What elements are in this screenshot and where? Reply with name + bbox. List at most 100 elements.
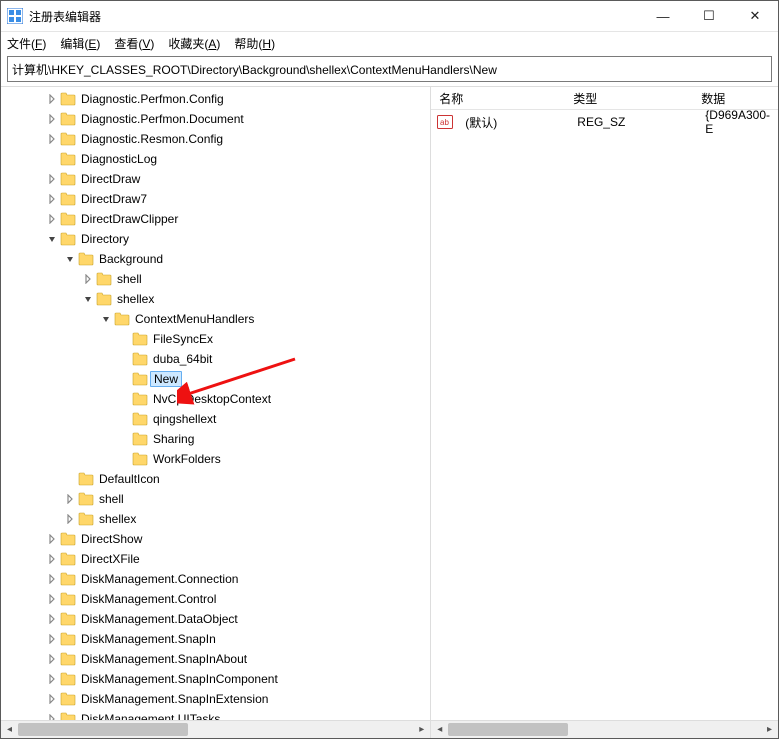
folder-icon <box>60 132 76 146</box>
tree-item[interactable]: Background <box>1 249 430 269</box>
chevron-right-icon[interactable] <box>63 494 77 504</box>
tree-item-label: DiskManagement.Control <box>79 592 218 606</box>
titlebar[interactable]: 注册表编辑器 — ☐ ✕ <box>1 1 778 32</box>
list-row[interactable]: ab(默认)REG_SZ{D969A300-E <box>431 112 778 132</box>
tree-item[interactable]: DirectDraw <box>1 169 430 189</box>
tree-item[interactable]: DirectXFile <box>1 549 430 569</box>
list-horizontal-scrollbar[interactable]: ◂ ▸ <box>431 720 778 738</box>
tree-item-label: Sharing <box>151 432 196 446</box>
chevron-right-icon[interactable] <box>45 94 59 104</box>
tree-item[interactable]: shellex <box>1 289 430 309</box>
folder-icon <box>132 372 148 386</box>
tree-item[interactable]: ContextMenuHandlers <box>1 309 430 329</box>
menu-f[interactable]: 文件(F) <box>7 35 46 52</box>
maximize-button[interactable]: ☐ <box>686 1 732 31</box>
registry-editor-window: 注册表编辑器 — ☐ ✕ 文件(F)编辑(E)查看(V)收藏夹(A)帮助(H) … <box>0 0 779 739</box>
tree-item[interactable]: DiskManagement.Control <box>1 589 430 609</box>
svg-text:ab: ab <box>440 118 449 127</box>
tree-item[interactable]: DirectDrawClipper <box>1 209 430 229</box>
close-button[interactable]: ✕ <box>732 1 778 31</box>
tree-item[interactable]: DefaultIcon <box>1 469 430 489</box>
scroll-left-icon[interactable]: ◂ <box>431 721 448 738</box>
tree-item-label: DiskManagement.Connection <box>79 572 240 586</box>
tree-item[interactable]: shellex <box>1 509 430 529</box>
chevron-down-icon[interactable] <box>99 314 113 324</box>
column-data[interactable]: 数据 <box>693 90 778 107</box>
chevron-right-icon[interactable] <box>45 594 59 604</box>
tree-item[interactable]: Directory <box>1 229 430 249</box>
chevron-right-icon[interactable] <box>45 134 59 144</box>
tree-item[interactable]: shell <box>1 489 430 509</box>
tree-item-label: DiskManagement.SnapInAbout <box>79 652 249 666</box>
scroll-track[interactable] <box>448 721 761 738</box>
chevron-down-icon[interactable] <box>45 234 59 244</box>
column-type[interactable]: 类型 <box>565 90 693 107</box>
tree-item[interactable]: DiskManagement.Connection <box>1 569 430 589</box>
tree-item[interactable]: DirectDraw7 <box>1 189 430 209</box>
tree-item-label: shell <box>115 272 144 286</box>
minimize-button[interactable]: — <box>640 1 686 31</box>
tree-item[interactable]: Diagnostic.Perfmon.Config <box>1 89 430 109</box>
tree-item-label: shellex <box>115 292 156 306</box>
tree-item-label: Diagnostic.Perfmon.Config <box>79 92 226 106</box>
chevron-right-icon[interactable] <box>45 654 59 664</box>
chevron-right-icon[interactable] <box>81 274 95 284</box>
tree-item[interactable]: DiskManagement.SnapIn <box>1 629 430 649</box>
tree-item[interactable]: qingshellext <box>1 409 430 429</box>
chevron-down-icon[interactable] <box>81 294 95 304</box>
chevron-right-icon[interactable] <box>45 614 59 624</box>
menu-v[interactable]: 查看(V) <box>114 35 154 52</box>
tree-item[interactable]: New <box>1 369 430 389</box>
tree-item[interactable]: Diagnostic.Perfmon.Document <box>1 109 430 129</box>
folder-icon <box>60 192 76 206</box>
folder-icon <box>96 292 112 306</box>
value-data: {D969A300-E <box>697 110 778 136</box>
tree-item[interactable]: Sharing <box>1 429 430 449</box>
scroll-right-icon[interactable]: ▸ <box>413 721 430 738</box>
chevron-right-icon[interactable] <box>45 674 59 684</box>
chevron-right-icon[interactable] <box>45 174 59 184</box>
tree-item[interactable]: DiskManagement.SnapInComponent <box>1 669 430 689</box>
chevron-right-icon[interactable] <box>45 634 59 644</box>
list-view[interactable]: ab(默认)REG_SZ{D969A300-E <box>431 110 778 720</box>
tree-item[interactable]: shell <box>1 269 430 289</box>
scroll-right-icon[interactable]: ▸ <box>761 721 778 738</box>
folder-icon <box>60 672 76 686</box>
folder-icon <box>132 432 148 446</box>
tree-item[interactable]: DiskManagement.UITasks <box>1 709 430 720</box>
tree-item-label: DiskManagement.UITasks <box>79 712 222 720</box>
address-bar[interactable]: 计算机\HKEY_CLASSES_ROOT\Directory\Backgrou… <box>7 56 772 82</box>
chevron-right-icon[interactable] <box>45 574 59 584</box>
tree-item[interactable]: DiskManagement.SnapInAbout <box>1 649 430 669</box>
tree-item[interactable]: Diagnostic.Resmon.Config <box>1 129 430 149</box>
tree-item[interactable]: duba_64bit <box>1 349 430 369</box>
column-name[interactable]: 名称 <box>431 90 565 107</box>
chevron-right-icon[interactable] <box>45 554 59 564</box>
tree-item[interactable]: NvCplDesktopContext <box>1 389 430 409</box>
tree-item[interactable]: DirectShow <box>1 529 430 549</box>
chevron-right-icon[interactable] <box>45 694 59 704</box>
tree-item[interactable]: DiagnosticLog <box>1 149 430 169</box>
menu-e[interactable]: 编辑(E) <box>60 35 100 52</box>
chevron-right-icon[interactable] <box>45 114 59 124</box>
tree-horizontal-scrollbar[interactable]: ◂ ▸ <box>1 720 430 738</box>
tree-item[interactable]: DiskManagement.SnapInExtension <box>1 689 430 709</box>
chevron-right-icon[interactable] <box>45 194 59 204</box>
scroll-track[interactable] <box>18 721 413 738</box>
tree-item[interactable]: FileSyncEx <box>1 329 430 349</box>
folder-icon <box>132 332 148 346</box>
scroll-thumb[interactable] <box>18 723 188 736</box>
chevron-right-icon[interactable] <box>45 214 59 224</box>
list-header[interactable]: 名称 类型 数据 <box>431 87 778 110</box>
tree-view[interactable]: Diagnostic.Perfmon.Config Diagnostic.Perf… <box>1 87 430 720</box>
scroll-left-icon[interactable]: ◂ <box>1 721 18 738</box>
chevron-right-icon[interactable] <box>45 534 59 544</box>
tree-item[interactable]: WorkFolders <box>1 449 430 469</box>
tree-item-label: DirectDraw7 <box>79 192 149 206</box>
tree-item[interactable]: DiskManagement.DataObject <box>1 609 430 629</box>
menu-h[interactable]: 帮助(H) <box>234 35 275 52</box>
chevron-down-icon[interactable] <box>63 254 77 264</box>
scroll-thumb[interactable] <box>448 723 568 736</box>
menu-a[interactable]: 收藏夹(A) <box>168 35 220 52</box>
chevron-right-icon[interactable] <box>63 514 77 524</box>
